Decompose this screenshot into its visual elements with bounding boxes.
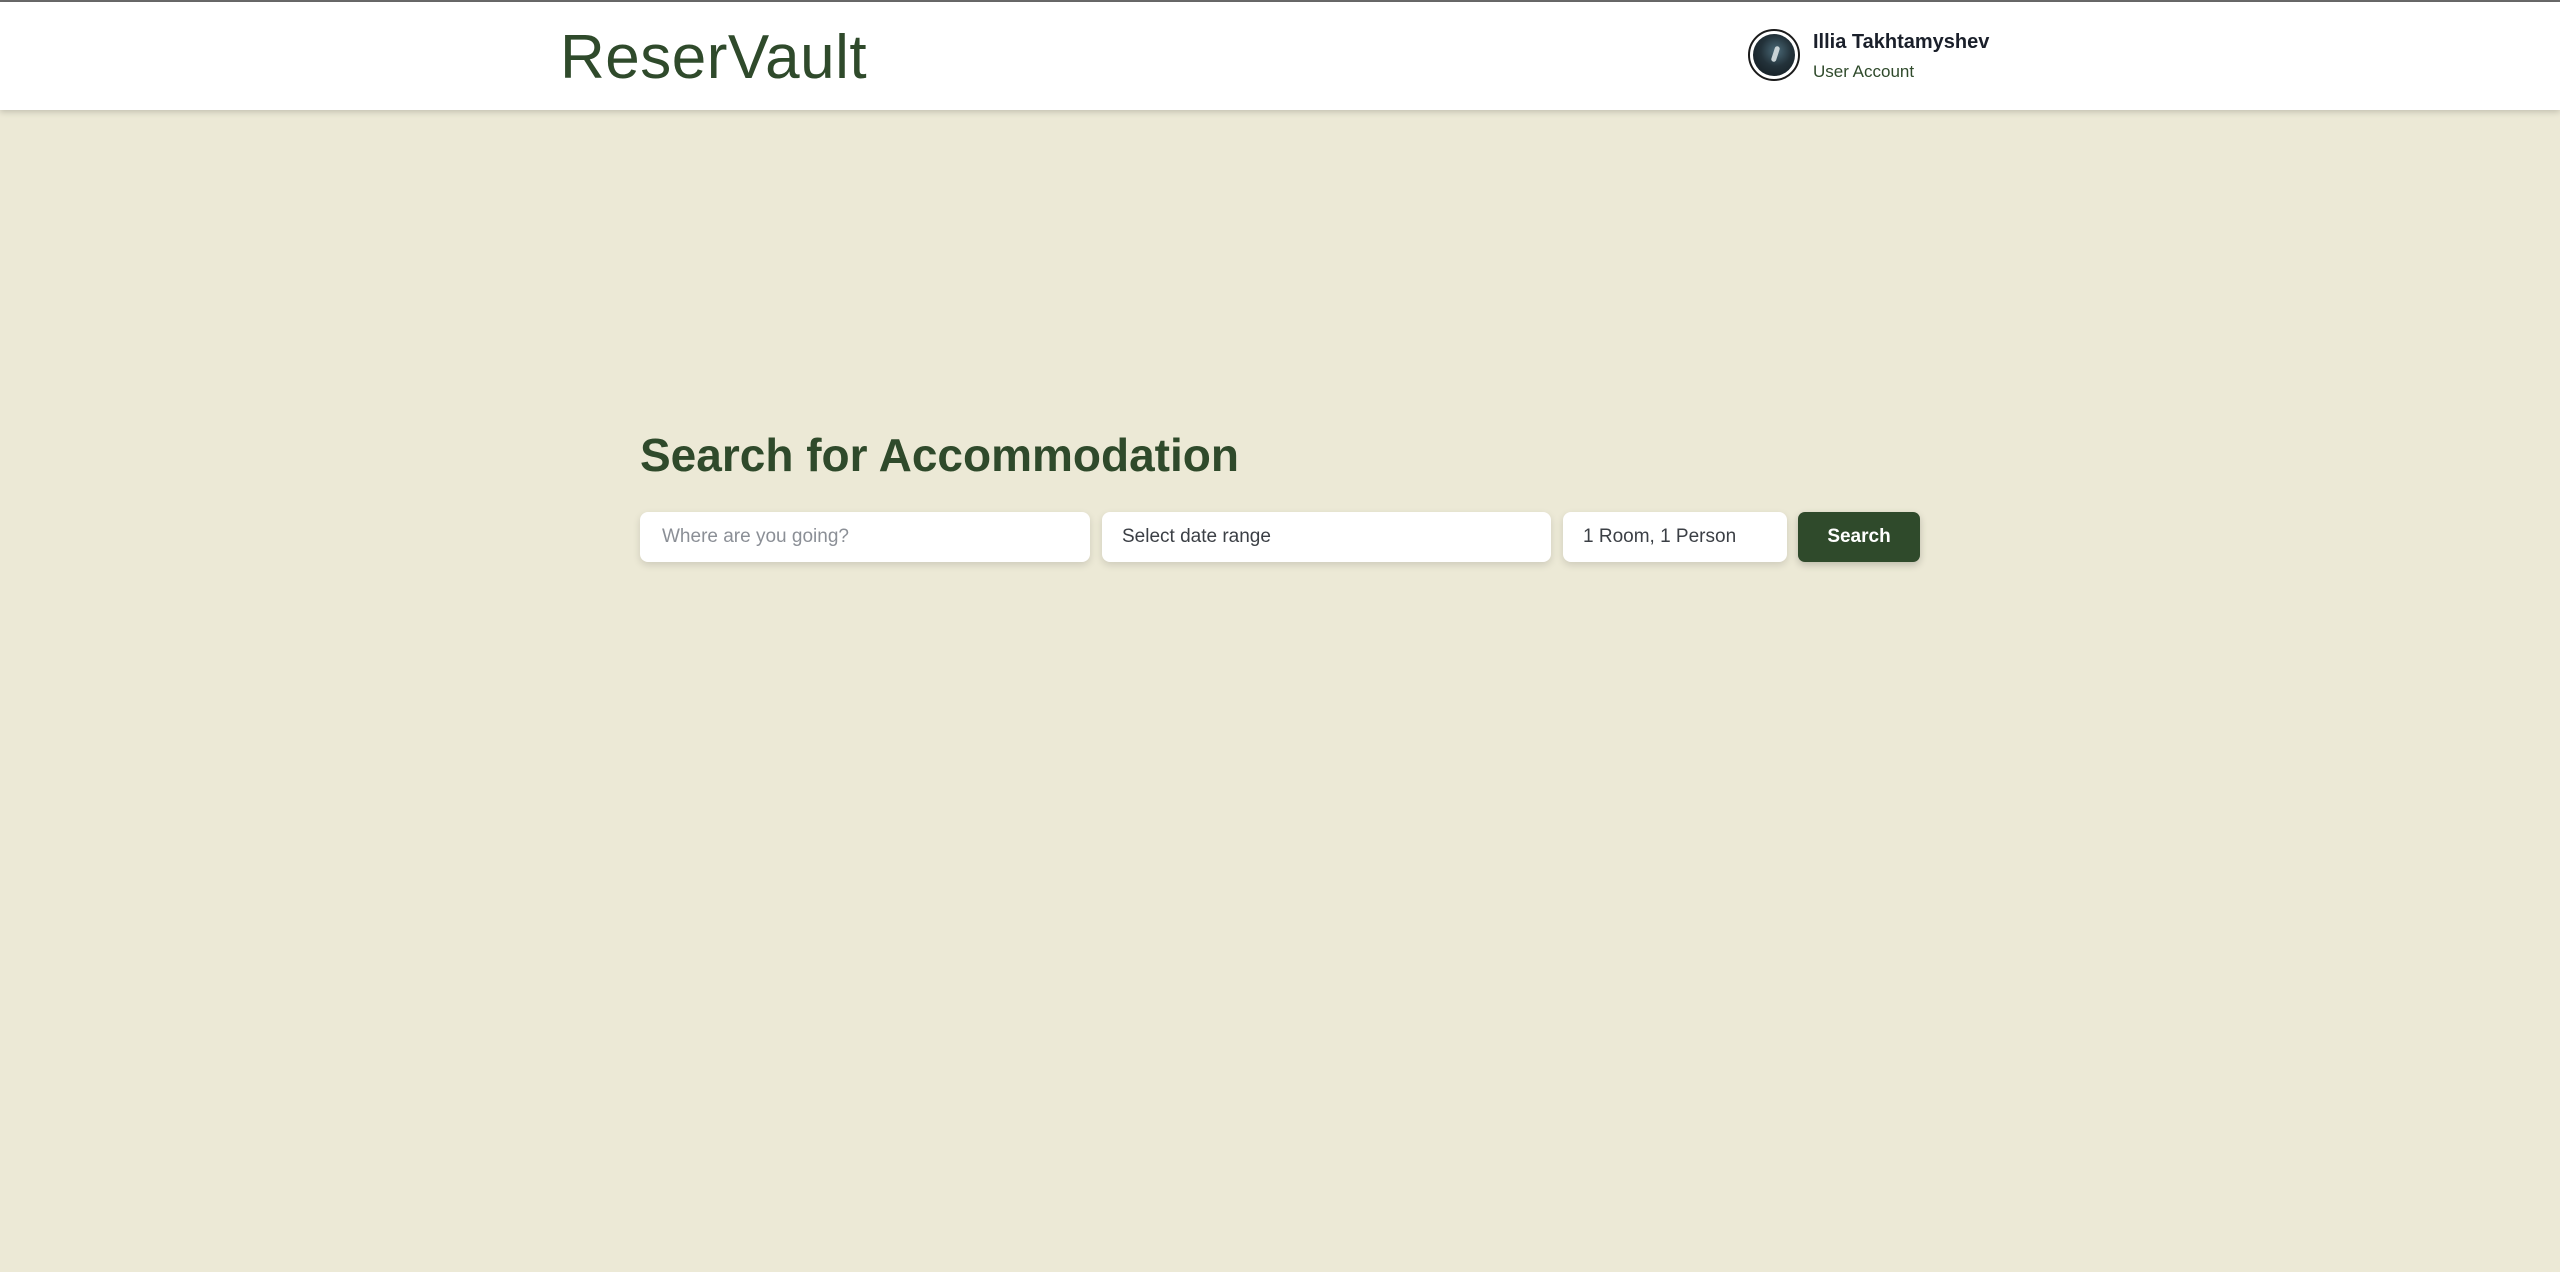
brand-logo[interactable]: ReserVault — [560, 24, 867, 92]
page-title: Search for Accommodation — [640, 429, 1239, 481]
top-navbar: ReserVault Illia Takhtamyshev User Accou… — [0, 2, 2560, 110]
rooms-guests-selector[interactable]: 1 Room, 1 Person — [1563, 512, 1787, 562]
user-name: Illia Takhtamyshev — [1813, 31, 1990, 53]
user-account-menu[interactable]: Illia Takhtamyshev User Account — [1748, 29, 2008, 85]
destination-input[interactable] — [660, 525, 1070, 549]
avatar-image — [1753, 34, 1795, 76]
rooms-guests-label: 1 Room, 1 Person — [1583, 526, 1737, 547]
user-role: User Account — [1813, 62, 1915, 81]
search-button[interactable]: Search — [1798, 512, 1920, 562]
avatar[interactable] — [1748, 29, 1800, 81]
date-range-label: Select date range — [1122, 526, 1271, 547]
date-range-picker[interactable]: Select date range — [1102, 512, 1551, 562]
destination-field[interactable] — [640, 512, 1090, 562]
